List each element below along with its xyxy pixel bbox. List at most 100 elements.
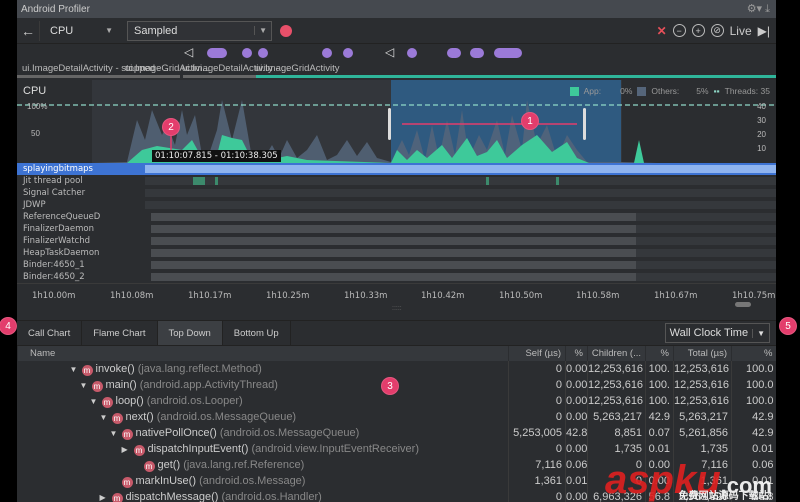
thread-row[interactable]: Binder:4650_1 [17, 259, 776, 271]
table-header: Name Self (µs) % Children (... % Total (… [17, 346, 776, 361]
value-cell: 5,263,217 [673, 409, 732, 425]
method-icon: m [111, 492, 123, 502]
y-axis-label: 100% [27, 102, 48, 111]
column-header-self-percent[interactable]: % [565, 346, 588, 361]
live-button[interactable]: Live [730, 24, 752, 38]
method-icon: m [91, 380, 103, 392]
method-name: dispatchMessage() [125, 490, 219, 502]
zoom-in-icon[interactable]: + [691, 24, 705, 37]
method-cell: m get() (java.lang.ref.Reference) [18, 457, 509, 473]
y-axis-label-right: 30 [757, 116, 766, 125]
touch-event[interactable] [470, 48, 484, 58]
method-icon: m [143, 460, 155, 472]
mode-label: Sampled [134, 24, 178, 37]
tab-call-chart[interactable]: Call Chart [17, 321, 83, 345]
analysis-tabs: Call Chart Flame Chart Top Down Bottom U… [17, 321, 776, 346]
recording-mode-dropdown[interactable]: Sampled ▼ [127, 20, 272, 41]
thread-state-bar [151, 249, 776, 257]
thread-row[interactable]: Jit thread pool [17, 175, 776, 187]
thread-name: FinalizerDaemon [23, 224, 94, 234]
thread-row[interactable]: JDWP [17, 199, 776, 211]
expand-toggle-icon[interactable]: ▼ [80, 381, 92, 390]
column-header-children-percent[interactable]: % [645, 346, 674, 361]
thread-row[interactable]: Signal Catcher [17, 187, 776, 199]
clock-type-dropdown[interactable]: Wall Clock Time ▼ [664, 323, 770, 343]
table-row[interactable]: ▼ m nativePollOnce() (android.os.MessageQu… [18, 425, 776, 441]
monitor-label: CPU [50, 24, 74, 37]
thread-name: splayingbitmaps [23, 164, 93, 174]
settings-gear-icon[interactable]: ⚙▾ ⤓ [747, 2, 776, 16]
method-cell: ▼ m nativePollOnce() (android.os.MessageQu… [18, 425, 509, 441]
expand-toggle-icon[interactable]: ▼ [90, 397, 102, 406]
tab-flame-chart[interactable]: Flame Chart [82, 321, 158, 345]
thread-row[interactable]: ReferenceQueueD [17, 211, 776, 223]
zoom-out-icon[interactable]: − [672, 24, 686, 37]
method-icon: m [133, 444, 145, 456]
method-cell: ▼ m main() (android.app.ActivityThread) [18, 377, 509, 393]
value-cell: 100. [645, 377, 674, 393]
table-row[interactable]: ▼ m next() (android.os.MessageQueue) 0 0.00 5… [18, 409, 776, 425]
expand-toggle-icon[interactable]: ▶ [100, 493, 112, 502]
tab-top-down[interactable]: Top Down [157, 321, 223, 345]
thread-row[interactable]: Binder:4650_2 [17, 271, 776, 283]
table-row[interactable]: ▼ m loop() (android.os.Looper) 0 0.00 12,253,… [18, 393, 776, 409]
column-header-self[interactable]: Self (µs) [508, 346, 566, 361]
touch-event[interactable] [447, 48, 461, 58]
value-cell: 1,735 [673, 441, 732, 457]
value-cell: 100.0 [731, 393, 776, 409]
selection-handle-right [583, 108, 586, 140]
panel-splitter[interactable]: ::::: [17, 305, 776, 321]
method-class: (android.os.MessageQueue) [156, 410, 297, 423]
title-bar: Android Profiler ⚙▾ ⤓ [17, 0, 776, 18]
method-cell: ▶ m dispatchMessage() (android.os.Handler) [18, 489, 509, 502]
column-header-name[interactable]: Name [17, 346, 509, 361]
value-cell: 5,253,005 [508, 425, 566, 441]
thread-row[interactable]: FinalizerDaemon [17, 223, 776, 235]
touch-event[interactable] [322, 48, 332, 58]
go-live-icon[interactable]: ▶| [758, 24, 770, 38]
value-cell: 12,253,616 [673, 361, 732, 377]
monitor-dropdown[interactable]: CPU ▼ [39, 20, 119, 41]
legend-app-value: 0% [620, 86, 633, 96]
stop-session-icon[interactable]: ✕ [657, 24, 667, 38]
expand-toggle-icon[interactable]: ▼ [70, 365, 82, 374]
thread-name: JDWP [23, 200, 46, 210]
thread-state-bar [151, 213, 776, 221]
thread-state-bar [151, 273, 776, 281]
method-class: (android.os.Handler) [221, 490, 322, 502]
thread-row[interactable]: FinalizerWatchd [17, 235, 776, 247]
touch-event[interactable] [407, 48, 417, 58]
table-row[interactable]: ▶ m dispatchInputEvent() (android.view.Inp… [18, 441, 776, 457]
thread-row[interactable]: splayingbitmaps [17, 163, 776, 175]
touch-event[interactable] [242, 48, 252, 58]
touch-event[interactable] [343, 48, 353, 58]
expand-toggle-icon[interactable]: ▼ [100, 413, 112, 422]
column-header-children[interactable]: Children (... [587, 346, 646, 361]
reset-zoom-icon[interactable]: ⊘ [710, 24, 724, 37]
axis-tick: 1h10.42m [421, 291, 465, 301]
value-cell: 7,116 [508, 457, 566, 473]
touch-event[interactable] [258, 48, 268, 58]
expand-toggle-icon[interactable]: ▶ [122, 445, 134, 454]
touch-event[interactable] [494, 48, 522, 58]
table-row[interactable]: ▼ m invoke() (java.lang.reflect.Method) 0 0.… [18, 361, 776, 377]
back-event-icon: ◁ [385, 45, 395, 59]
axis-tick: 1h10.67m [654, 291, 698, 301]
record-button[interactable] [280, 24, 292, 37]
value-cell: 0.01 [731, 441, 776, 457]
event-timeline: ◁ ◁ [17, 44, 776, 62]
column-header-total[interactable]: Total (µs) [673, 346, 732, 361]
thread-state-bar [151, 261, 776, 269]
thread-row[interactable]: HeapTaskDaemon [17, 247, 776, 259]
expand-toggle-icon[interactable]: ▼ [110, 429, 122, 438]
method-name: nativePollOnce() [135, 426, 217, 439]
back-arrow-icon[interactable]: ← [17, 23, 39, 39]
axis-tick: 1h10.58m [576, 291, 620, 301]
tab-bottom-up[interactable]: Bottom Up [223, 321, 291, 345]
touch-event[interactable] [207, 48, 227, 58]
annotation-1: 1 [521, 112, 539, 130]
y-axis-label: 50 [31, 129, 40, 138]
column-header-total-percent[interactable]: % [731, 346, 776, 361]
cpu-usage-chart[interactable]: CPU 100% 50 40 30 20 10 App: 0% Others: … [17, 80, 776, 163]
app-swatch [569, 86, 579, 96]
